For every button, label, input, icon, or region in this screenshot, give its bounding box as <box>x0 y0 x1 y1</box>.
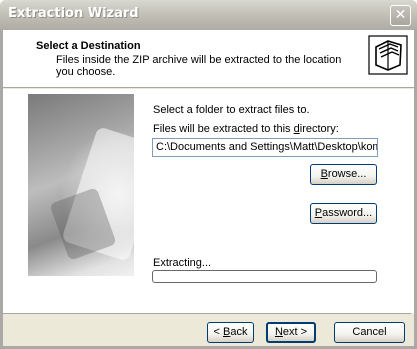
browse-button[interactable]: Browse... <box>310 164 377 185</box>
directory-input[interactable]: C:\Documents and Settings\Matt\Desktop\k… <box>152 138 378 157</box>
title-bar[interactable]: Extraction Wizard ✕ <box>0 0 417 30</box>
directory-label: Files will be extracted to this director… <box>153 123 339 135</box>
close-icon: ✕ <box>394 7 407 23</box>
instruction-label: Select a folder to extract files to. <box>153 104 310 116</box>
next-button[interactable]: Next > <box>266 322 316 343</box>
wizard-header: Select a Destination Files inside the ZI… <box>3 30 414 88</box>
extraction-progress-bar <box>152 270 377 283</box>
close-button[interactable]: ✕ <box>390 5 411 26</box>
password-button[interactable]: Password... <box>310 203 377 224</box>
footer-divider <box>0 313 411 314</box>
wizard-side-image <box>28 94 134 276</box>
extracting-label: Extracting... <box>153 257 212 269</box>
header-title: Select a Destination <box>36 40 141 52</box>
folders-icon <box>368 35 408 75</box>
back-button[interactable]: < Back <box>207 322 254 343</box>
header-description: Files inside the ZIP archive will be ext… <box>56 54 342 78</box>
window-title: Extraction Wizard <box>8 6 139 21</box>
cancel-button[interactable]: Cancel <box>334 322 405 343</box>
